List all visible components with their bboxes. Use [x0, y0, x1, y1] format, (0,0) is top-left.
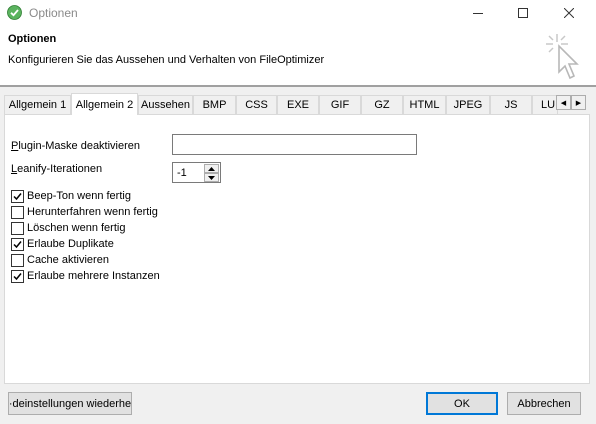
tab-aussehen[interactable]: Aussehen [138, 95, 193, 114]
tab-exe[interactable]: EXE [277, 95, 319, 114]
tab-css[interactable]: CSS [236, 95, 277, 114]
leanify-label: Leanify-Iterationen [11, 163, 103, 175]
checkbox-row[interactable]: Beep-Ton wenn fertig [11, 188, 160, 204]
tab-scroll-right-button[interactable]: ▶ [571, 95, 586, 110]
spin-up-icon [208, 166, 215, 171]
checkbox-row[interactable]: Herunterfahren wenn fertig [11, 204, 160, 220]
checkbox-label: Cache aktivieren [27, 254, 109, 266]
checkbox-label: Beep-Ton wenn fertig [27, 190, 131, 202]
tab-allgemein-1[interactable]: Allgemein 1 [4, 95, 71, 114]
maximize-icon [518, 8, 528, 18]
tab-gz[interactable]: GZ [361, 95, 403, 114]
checkbox-row[interactable]: Erlaube mehrere Instanzen [11, 268, 160, 284]
tab-js[interactable]: JS [490, 95, 532, 114]
checkbox-label: Löschen wenn fertig [27, 222, 126, 234]
minimize-icon [473, 13, 483, 14]
checkbox-unchecked[interactable] [11, 221, 24, 235]
checkbox-row[interactable]: Cache aktivieren [11, 252, 160, 268]
ok-button[interactable]: OK [426, 392, 498, 415]
spin-up-button[interactable] [204, 164, 219, 173]
header-title: Optionen [8, 33, 57, 45]
tab-scroll-left-button[interactable]: ◀ [556, 95, 571, 110]
checkbox-row[interactable]: Löschen wenn fertig [11, 220, 160, 236]
header-subtitle: Konfigurieren Sie das Aussehen und Verha… [8, 54, 325, 66]
checkbox-label: Erlaube mehrere Instanzen [27, 270, 160, 282]
leanify-value: -1 [177, 167, 187, 179]
close-icon [564, 8, 574, 18]
window-title: Optionen [29, 6, 78, 20]
checkmark-icon [13, 240, 22, 248]
maximize-button[interactable] [500, 0, 546, 26]
checkbox-checked[interactable] [11, 237, 24, 251]
triangle-left-icon: ◀ [560, 99, 567, 107]
checkmark-icon [13, 272, 22, 280]
triangle-right-icon: ▶ [575, 99, 582, 107]
plugin-mask-label: Plugin-Maske deaktivieren [11, 140, 141, 152]
spin-down-icon [208, 175, 215, 180]
leanify-label-text: eanify-Iterationen [17, 163, 103, 175]
close-button[interactable] [546, 0, 592, 26]
plugin-mask-input[interactable] [172, 134, 417, 155]
checkbox-label: Herunterfahren wenn fertig [27, 206, 158, 218]
checkbox-checked[interactable] [11, 189, 24, 203]
cancel-button[interactable]: Abbrechen [507, 392, 581, 415]
checkbox-unchecked[interactable] [11, 253, 24, 267]
tab-gif[interactable]: GIF [319, 95, 361, 114]
checkbox-row[interactable]: Erlaube Duplikate [11, 236, 160, 252]
leanify-iterations-spinbox[interactable]: -1 [172, 162, 221, 183]
restore-defaults-button[interactable]: ·deinstellungen wiederhe [8, 392, 132, 415]
spin-down-button[interactable] [204, 173, 219, 182]
tab-jpeg[interactable]: JPEG [446, 95, 490, 114]
tab-bmp[interactable]: BMP [193, 95, 236, 114]
plugin-mask-label-text: lugin-Maske deaktivieren [18, 140, 141, 152]
checkbox-unchecked[interactable] [11, 205, 24, 219]
tab-html[interactable]: HTML [403, 95, 446, 114]
magic-wand-cursor-icon [543, 32, 583, 82]
checkmark-icon [13, 192, 22, 200]
tab-lua[interactable]: LU [532, 95, 558, 114]
fileoptimizer-app-icon [7, 5, 22, 20]
tab-allgemein-2[interactable]: Allgemein 2 [71, 93, 138, 115]
minimize-button[interactable] [455, 0, 501, 26]
checkbox-label: Erlaube Duplikate [27, 238, 114, 250]
checkbox-checked[interactable] [11, 269, 24, 283]
checkbox-list: Beep-Ton wenn fertig Herunterfahren wenn … [11, 188, 160, 284]
